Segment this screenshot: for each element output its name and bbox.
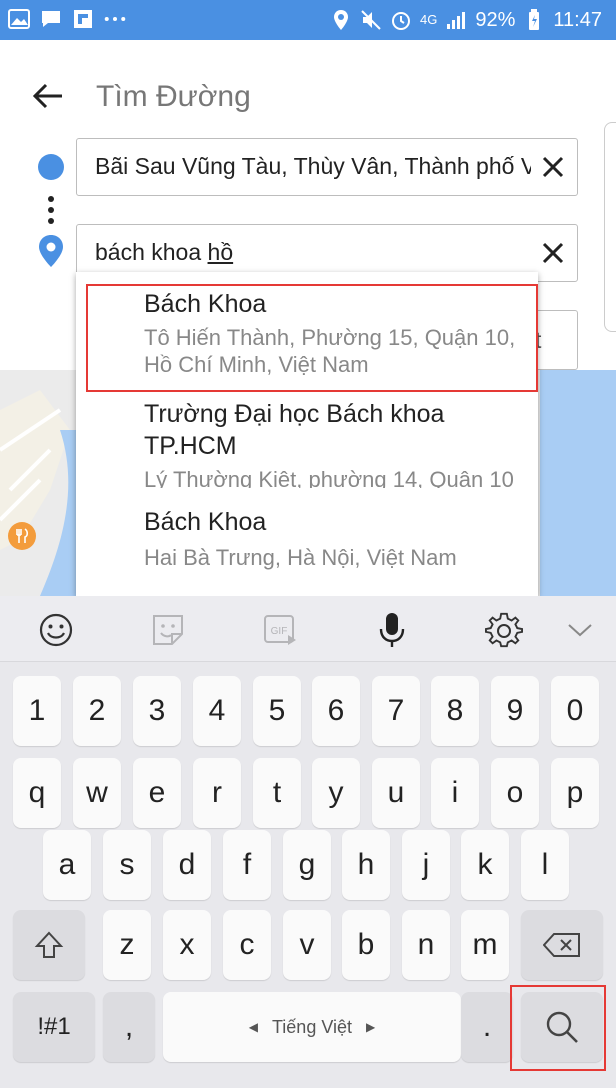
- key-n[interactable]: n: [402, 910, 450, 980]
- emoji-icon[interactable]: [36, 610, 76, 650]
- message-icon: [40, 8, 62, 30]
- key-6[interactable]: 6: [312, 676, 360, 746]
- more-dots-icon: [104, 8, 126, 30]
- key-3[interactable]: 3: [133, 676, 181, 746]
- backspace-icon: [543, 933, 580, 957]
- settings-icon[interactable]: [484, 610, 524, 650]
- symbols-key[interactable]: !#1: [13, 992, 95, 1062]
- key-c[interactable]: c: [223, 910, 271, 980]
- key-w[interactable]: w: [73, 758, 121, 828]
- key-b[interactable]: b: [342, 910, 390, 980]
- collapse-keyboard-icon[interactable]: [560, 610, 600, 650]
- key-l[interactable]: l: [521, 830, 569, 900]
- search-key-highlight: [510, 985, 606, 1071]
- key-k[interactable]: k: [461, 830, 509, 900]
- key-u[interactable]: u: [372, 758, 420, 828]
- status-bar: 4G 92% 11:47: [0, 0, 616, 40]
- key-a[interactable]: a: [43, 830, 91, 900]
- space-key[interactable]: ◀ Tiếng Việt ▶: [163, 992, 461, 1062]
- key-5[interactable]: 5: [253, 676, 301, 746]
- key-g[interactable]: g: [283, 830, 331, 900]
- key-1[interactable]: 1: [13, 676, 61, 746]
- key-h[interactable]: h: [342, 830, 390, 900]
- origin-dot-icon: [38, 154, 64, 180]
- key-m[interactable]: m: [461, 910, 509, 980]
- period-key[interactable]: .: [461, 992, 513, 1062]
- destination-pin-icon: [38, 234, 64, 268]
- restaurant-marker-icon[interactable]: [8, 522, 36, 550]
- backspace-key[interactable]: [521, 910, 603, 980]
- suggestion-address: Hai Bà Trưng, Hà Nội, Việt Nam: [144, 545, 457, 570]
- side-card-edge: [604, 122, 616, 332]
- location-icon: [330, 9, 352, 31]
- image-icon: [8, 8, 30, 30]
- key-e[interactable]: e: [133, 758, 181, 828]
- battery-icon: [523, 9, 545, 31]
- suggestion-address: Tô Hiến Thành, Phường 15, Quận 10, Hồ Ch…: [144, 325, 516, 377]
- key-o[interactable]: o: [491, 758, 539, 828]
- key-v[interactable]: v: [283, 910, 331, 980]
- sticker-icon[interactable]: [148, 610, 188, 650]
- suggestion-name: Bách Khoa: [144, 508, 267, 536]
- key-q[interactable]: q: [13, 758, 61, 828]
- back-arrow-icon[interactable]: [28, 78, 68, 114]
- suggestion-address: Lý Thường Kiệt, phường 14, Quận 10: [144, 467, 514, 488]
- key-7[interactable]: 7: [372, 676, 420, 746]
- origin-field[interactable]: Bãi Sau Vũng Tàu, Thùy Vân, Thành phố V: [76, 138, 578, 196]
- clear-origin-icon[interactable]: [539, 153, 567, 181]
- language-right-icon: ▶: [366, 1020, 376, 1034]
- gif-icon[interactable]: GIF: [260, 610, 300, 650]
- mute-icon: [360, 9, 382, 31]
- signal-icon: [445, 9, 467, 31]
- key-t[interactable]: t: [253, 758, 301, 828]
- page-title: Tìm Đường: [96, 80, 251, 113]
- key-2[interactable]: 2: [73, 676, 121, 746]
- destination-composing-text: hồ: [207, 239, 234, 265]
- language-left-icon: ◀: [248, 1020, 258, 1034]
- suggestion-item[interactable]: Bách Khoa Hai Bà Trưng, Hà Nội, Việt Nam: [76, 504, 538, 592]
- destination-value: bách khoa hồ: [95, 239, 531, 266]
- comma-key[interactable]: ,: [103, 992, 155, 1062]
- suggestion-name: Trường Đại học Bách khoa TP.HCM: [144, 400, 445, 460]
- key-4[interactable]: 4: [193, 676, 241, 746]
- suggestion-item[interactable]: Trường Đại học Bách khoa TP.HCM Lý Thườn…: [76, 394, 538, 502]
- flipboard-icon: [72, 8, 94, 30]
- space-label: Tiếng Việt: [271, 1016, 353, 1037]
- suggestion-item[interactable]: Bách Khoa Tô Hiến Thành, Phường 15, Quận…: [86, 284, 538, 392]
- key-x[interactable]: x: [163, 910, 211, 980]
- battery-percent: 92%: [475, 9, 516, 31]
- key-f[interactable]: f: [223, 830, 271, 900]
- suggestion-name: Bách Khoa: [144, 290, 267, 318]
- suggestions-dropdown: Bách Khoa Tô Hiến Thành, Phường 15, Quận…: [76, 272, 538, 596]
- alarm-icon: [390, 9, 412, 31]
- key-8[interactable]: 8: [431, 676, 479, 746]
- key-p[interactable]: p: [551, 758, 599, 828]
- destination-text: bách khoa: [95, 239, 208, 265]
- shift-icon: [34, 931, 64, 958]
- key-y[interactable]: y: [312, 758, 360, 828]
- key-i[interactable]: i: [431, 758, 479, 828]
- key-z[interactable]: z: [103, 910, 151, 980]
- origin-value: Bãi Sau Vũng Tàu, Thùy Vân, Thành phố V: [95, 153, 531, 179]
- key-9[interactable]: 9: [491, 676, 539, 746]
- key-r[interactable]: r: [193, 758, 241, 828]
- microphone-icon[interactable]: [372, 610, 412, 650]
- keyboard-toolbar: GIF: [0, 596, 616, 662]
- key-d[interactable]: d: [163, 830, 211, 900]
- key-j[interactable]: j: [402, 830, 450, 900]
- svg-text:GIF: GIF: [271, 626, 288, 637]
- clear-destination-icon[interactable]: [539, 239, 567, 267]
- route-dots-icon: [46, 196, 56, 224]
- shift-key[interactable]: [13, 910, 85, 980]
- key-0[interactable]: 0: [551, 676, 599, 746]
- key-s[interactable]: s: [103, 830, 151, 900]
- network-label: 4G: [420, 12, 438, 27]
- clock: 11:47: [553, 9, 602, 31]
